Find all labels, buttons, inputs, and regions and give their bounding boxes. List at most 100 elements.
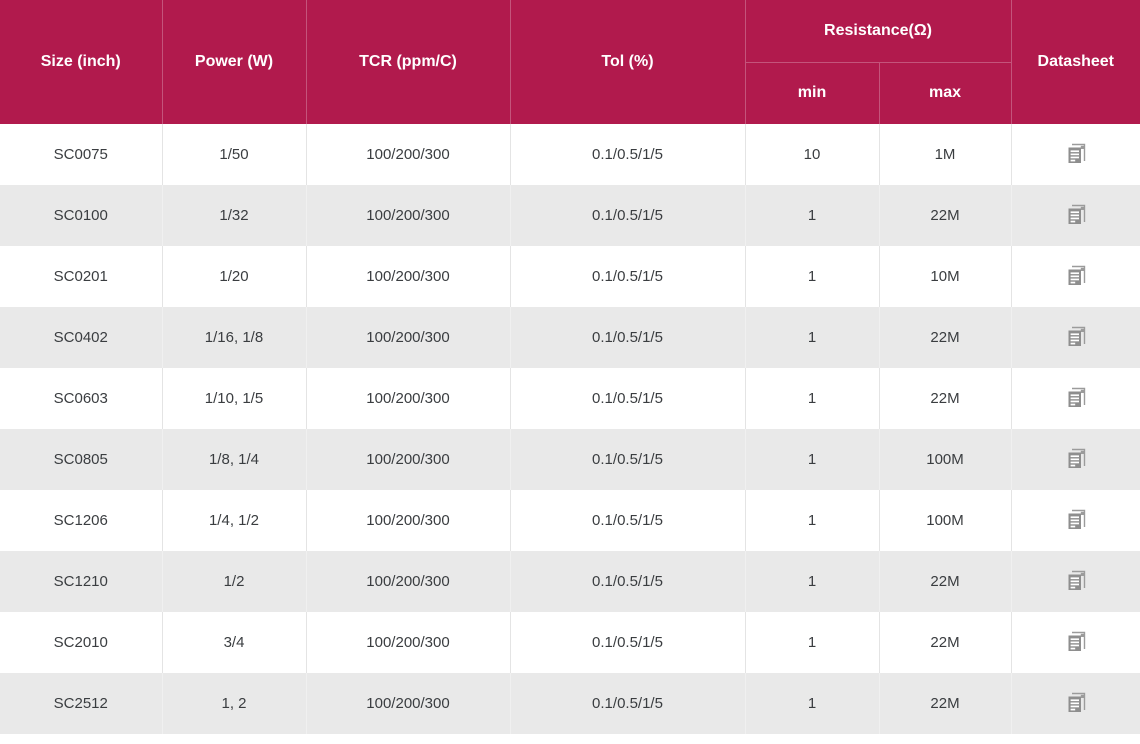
cell-resistance-min: 1 — [745, 490, 879, 551]
cell-tol: 0.1/0.5/1/5 — [510, 307, 745, 368]
datasheet-download-link[interactable] — [1061, 566, 1091, 596]
cell-tol: 0.1/0.5/1/5 — [510, 246, 745, 307]
cell-tol: 0.1/0.5/1/5 — [510, 612, 745, 673]
cell-resistance-min: 1 — [745, 429, 879, 490]
cell-datasheet — [1011, 185, 1140, 246]
datasheet-download-link[interactable] — [1061, 505, 1091, 535]
cell-tcr: 100/200/300 — [306, 551, 510, 612]
cell-resistance-max: 100M — [879, 490, 1011, 551]
cell-resistance-max: 10M — [879, 246, 1011, 307]
column-header-tol: Tol (%) — [510, 0, 745, 124]
cell-power: 1/20 — [162, 246, 306, 307]
document-copy-icon — [1064, 263, 1088, 288]
cell-resistance-max: 22M — [879, 307, 1011, 368]
cell-datasheet — [1011, 246, 1140, 307]
datasheet-download-link[interactable] — [1061, 200, 1091, 230]
cell-size: SC0201 — [0, 246, 162, 307]
cell-tcr: 100/200/300 — [306, 673, 510, 734]
document-copy-icon — [1064, 141, 1088, 166]
cell-resistance-max: 1M — [879, 124, 1011, 185]
cell-tol: 0.1/0.5/1/5 — [510, 490, 745, 551]
cell-size: SC2010 — [0, 612, 162, 673]
cell-datasheet — [1011, 429, 1140, 490]
table-row: SC0402 1/16, 1/8 100/200/300 0.1/0.5/1/5… — [0, 307, 1140, 368]
cell-datasheet — [1011, 612, 1140, 673]
cell-tol: 0.1/0.5/1/5 — [510, 429, 745, 490]
table-row: SC0201 1/20 100/200/300 0.1/0.5/1/5 1 10… — [0, 246, 1140, 307]
cell-resistance-max: 22M — [879, 673, 1011, 734]
datasheet-download-link[interactable] — [1061, 322, 1091, 352]
cell-size: SC0805 — [0, 429, 162, 490]
datasheet-download-link[interactable] — [1061, 627, 1091, 657]
table-row: SC1206 1/4, 1/2 100/200/300 0.1/0.5/1/5 … — [0, 490, 1140, 551]
table-row: SC0603 1/10, 1/5 100/200/300 0.1/0.5/1/5… — [0, 368, 1140, 429]
datasheet-download-link[interactable] — [1061, 139, 1091, 169]
cell-power: 1/4, 1/2 — [162, 490, 306, 551]
table-row: SC2010 3/4 100/200/300 0.1/0.5/1/5 1 22M — [0, 612, 1140, 673]
table-body: SC0075 1/50 100/200/300 0.1/0.5/1/5 10 1… — [0, 124, 1140, 734]
cell-datasheet — [1011, 124, 1140, 185]
cell-tcr: 100/200/300 — [306, 185, 510, 246]
cell-size: SC0402 — [0, 307, 162, 368]
resistor-spec-table: Size (inch) Power (W) TCR (ppm/C) Tol (%… — [0, 0, 1140, 734]
cell-resistance-max: 22M — [879, 185, 1011, 246]
table-row: SC2512 1, 2 100/200/300 0.1/0.5/1/5 1 22… — [0, 673, 1140, 734]
column-header-size: Size (inch) — [0, 0, 162, 124]
datasheet-download-link[interactable] — [1061, 444, 1091, 474]
table-row: SC0075 1/50 100/200/300 0.1/0.5/1/5 10 1… — [0, 124, 1140, 185]
cell-power: 1/32 — [162, 185, 306, 246]
document-copy-icon — [1064, 507, 1088, 532]
cell-tcr: 100/200/300 — [306, 307, 510, 368]
column-header-resistance: Resistance(Ω) — [745, 0, 1011, 62]
column-header-tcr: TCR (ppm/C) — [306, 0, 510, 124]
column-header-power: Power (W) — [162, 0, 306, 124]
cell-tol: 0.1/0.5/1/5 — [510, 185, 745, 246]
column-header-resistance-max: max — [879, 62, 1011, 124]
table-row: SC1210 1/2 100/200/300 0.1/0.5/1/5 1 22M — [0, 551, 1140, 612]
cell-tcr: 100/200/300 — [306, 368, 510, 429]
document-copy-icon — [1064, 324, 1088, 349]
cell-size: SC2512 — [0, 673, 162, 734]
cell-size: SC0603 — [0, 368, 162, 429]
cell-power: 1/2 — [162, 551, 306, 612]
cell-tcr: 100/200/300 — [306, 612, 510, 673]
cell-resistance-min: 1 — [745, 551, 879, 612]
cell-power: 1/8, 1/4 — [162, 429, 306, 490]
cell-size: SC1210 — [0, 551, 162, 612]
cell-resistance-min: 1 — [745, 307, 879, 368]
cell-power: 3/4 — [162, 612, 306, 673]
page: Size (inch) Power (W) TCR (ppm/C) Tol (%… — [0, 0, 1140, 744]
cell-resistance-min: 10 — [745, 124, 879, 185]
column-header-datasheet: Datasheet — [1011, 0, 1140, 124]
table-row: SC0805 1/8, 1/4 100/200/300 0.1/0.5/1/5 … — [0, 429, 1140, 490]
document-copy-icon — [1064, 690, 1088, 715]
document-copy-icon — [1064, 385, 1088, 410]
cell-power: 1/50 — [162, 124, 306, 185]
cell-tol: 0.1/0.5/1/5 — [510, 551, 745, 612]
table-row: SC0100 1/32 100/200/300 0.1/0.5/1/5 1 22… — [0, 185, 1140, 246]
cell-size: SC0100 — [0, 185, 162, 246]
cell-tcr: 100/200/300 — [306, 246, 510, 307]
cell-resistance-max: 22M — [879, 612, 1011, 673]
cell-tol: 0.1/0.5/1/5 — [510, 673, 745, 734]
cell-datasheet — [1011, 307, 1140, 368]
cell-resistance-min: 1 — [745, 185, 879, 246]
cell-datasheet — [1011, 368, 1140, 429]
document-copy-icon — [1064, 629, 1088, 654]
table-header: Size (inch) Power (W) TCR (ppm/C) Tol (%… — [0, 0, 1140, 124]
cell-size: SC1206 — [0, 490, 162, 551]
cell-resistance-min: 1 — [745, 246, 879, 307]
cell-tcr: 100/200/300 — [306, 124, 510, 185]
cell-size: SC0075 — [0, 124, 162, 185]
cell-power: 1/10, 1/5 — [162, 368, 306, 429]
datasheet-download-link[interactable] — [1061, 261, 1091, 291]
column-header-resistance-min: min — [745, 62, 879, 124]
cell-tcr: 100/200/300 — [306, 429, 510, 490]
cell-power: 1/16, 1/8 — [162, 307, 306, 368]
cell-resistance-min: 1 — [745, 612, 879, 673]
datasheet-download-link[interactable] — [1061, 688, 1091, 718]
cell-datasheet — [1011, 551, 1140, 612]
document-copy-icon — [1064, 568, 1088, 593]
cell-tcr: 100/200/300 — [306, 490, 510, 551]
datasheet-download-link[interactable] — [1061, 383, 1091, 413]
